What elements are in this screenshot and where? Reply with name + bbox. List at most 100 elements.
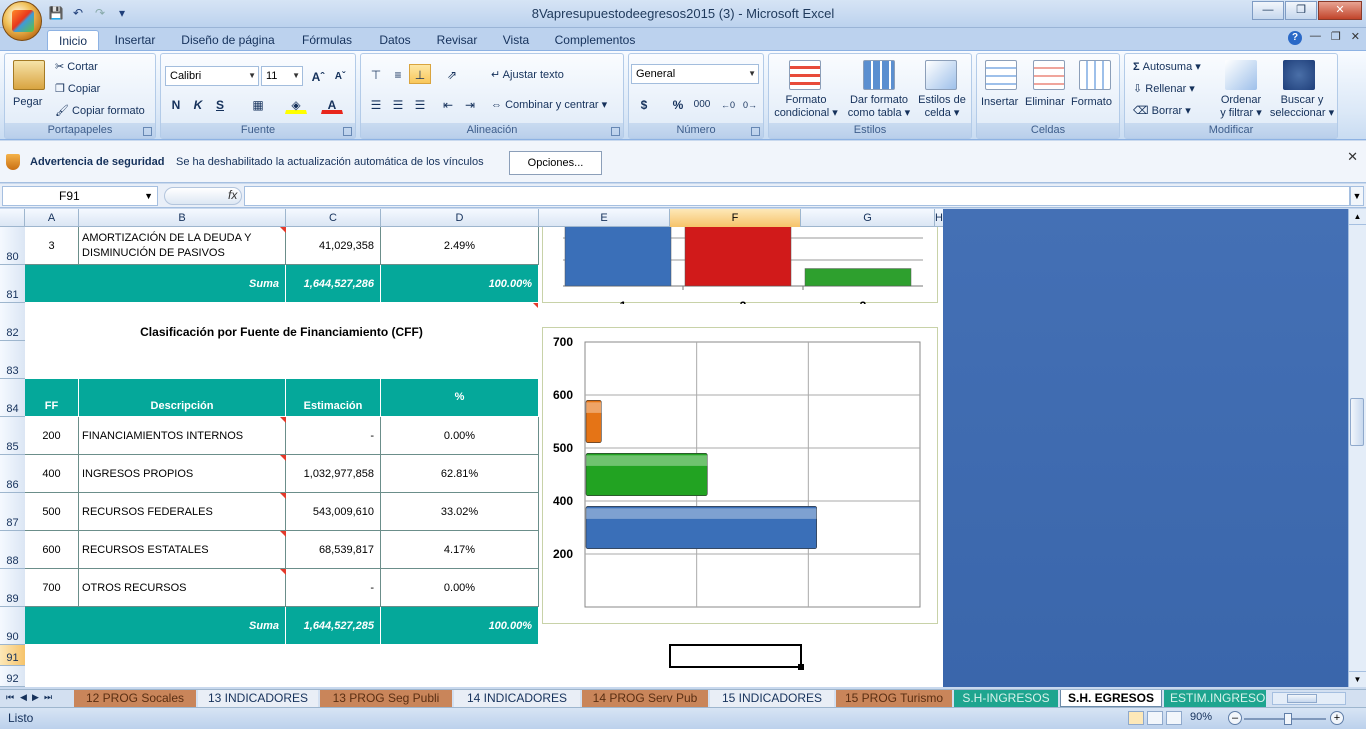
currency-button[interactable]: $ bbox=[633, 94, 655, 114]
insert-cells-button[interactable]: Insertar bbox=[981, 96, 1018, 108]
header-ff[interactable]: FF bbox=[25, 379, 79, 417]
total-label-90[interactable]: Suma bbox=[25, 607, 286, 645]
total-label-81[interactable]: Suma bbox=[25, 265, 286, 303]
cell-est[interactable]: 1,032,977,858 bbox=[286, 455, 381, 493]
normal-view-icon[interactable] bbox=[1128, 711, 1144, 725]
cell-ff[interactable]: 600 bbox=[25, 531, 79, 569]
format-table-icon[interactable] bbox=[863, 60, 895, 90]
column-header[interactable]: H bbox=[935, 209, 943, 227]
paste-icon[interactable] bbox=[13, 60, 45, 90]
row-header[interactable]: 86 bbox=[0, 455, 25, 493]
column-header[interactable]: A bbox=[25, 209, 79, 227]
conditional-format-icon[interactable] bbox=[789, 60, 821, 90]
cell-ff[interactable]: 700 bbox=[25, 569, 79, 607]
cell-pct[interactable]: 0.00% bbox=[381, 417, 539, 455]
wrap-text-button[interactable]: ↵ Ajustar texto bbox=[491, 68, 564, 81]
cell-c80[interactable]: 41,029,358 bbox=[286, 227, 381, 265]
close-button[interactable]: ✕ bbox=[1318, 1, 1362, 20]
chart-cff[interactable]: 200 400 500 600 700 bbox=[542, 327, 938, 624]
fill-color-icon[interactable]: ◈ bbox=[285, 94, 307, 114]
align-bottom-icon[interactable]: ⊥ bbox=[409, 64, 431, 84]
options-button[interactable]: Opciones... bbox=[509, 151, 602, 175]
align-center-icon[interactable]: ☰ bbox=[387, 94, 409, 114]
sheet-tab[interactable]: 15 PROG Turismo bbox=[836, 690, 952, 707]
close-icon[interactable]: ✕ bbox=[1347, 149, 1358, 165]
row-header[interactable]: 92 bbox=[0, 666, 25, 687]
zoom-out-icon[interactable]: – bbox=[1228, 711, 1242, 725]
row-header[interactable]: 84 bbox=[0, 379, 25, 417]
find-select-button[interactable]: Buscar y seleccionar ▾ bbox=[1267, 94, 1337, 120]
increase-indent-icon[interactable]: ⇥ bbox=[459, 94, 481, 114]
row-header[interactable]: 85 bbox=[0, 417, 25, 455]
column-header[interactable]: C bbox=[286, 209, 381, 227]
align-right-icon[interactable]: ☰ bbox=[409, 94, 431, 114]
bold-button[interactable]: N bbox=[165, 94, 187, 114]
page-layout-view-icon[interactable] bbox=[1147, 711, 1163, 725]
percent-button[interactable]: % bbox=[667, 94, 689, 114]
sheet-tab[interactable]: 14 PROG Serv Pub bbox=[582, 690, 708, 707]
scroll-up-icon[interactable]: ▲ bbox=[1349, 209, 1366, 225]
sheet-tab[interactable]: 13 PROG Seg Publi bbox=[320, 690, 452, 707]
help-icon[interactable]: ? bbox=[1288, 31, 1302, 45]
tab-inicio[interactable]: Inicio bbox=[47, 30, 99, 50]
grow-font-icon[interactable]: Aˆ bbox=[307, 66, 329, 86]
column-header-selected[interactable]: F bbox=[670, 209, 801, 227]
header-estimacion[interactable]: Estimación bbox=[286, 379, 381, 417]
cell-pct[interactable]: 33.02% bbox=[381, 493, 539, 531]
number-format-combo[interactable]: General ▼ bbox=[631, 64, 759, 84]
vertical-scroll-thumb[interactable] bbox=[1350, 398, 1364, 446]
dialog-launcher-icon[interactable] bbox=[343, 127, 352, 136]
insert-cells-icon[interactable] bbox=[985, 60, 1017, 90]
row-header[interactable]: 80 bbox=[0, 227, 25, 265]
page-break-view-icon[interactable] bbox=[1166, 711, 1182, 725]
sheet-tab[interactable]: S.H-INGRESOS bbox=[954, 690, 1058, 707]
column-header[interactable]: B bbox=[79, 209, 286, 227]
font-color-icon[interactable]: A bbox=[321, 94, 343, 114]
align-top-icon[interactable]: ⊤ bbox=[365, 64, 387, 84]
cell-pct[interactable]: 4.17% bbox=[381, 531, 539, 569]
sheet-tab[interactable]: ESTIM.INGRESO bbox=[1164, 690, 1266, 707]
sheet-tab[interactable]: 15 INDICADORES bbox=[710, 690, 834, 707]
total-est-90[interactable]: 1,644,527,285 bbox=[286, 607, 381, 645]
sort-filter-button[interactable]: Ordenar y filtrar ▾ bbox=[1217, 94, 1265, 120]
wb-minimize-icon[interactable]: — bbox=[1310, 30, 1321, 43]
sheet-tab[interactable]: 14 INDICADORES bbox=[454, 690, 580, 707]
header-descripcion[interactable]: Descripción bbox=[79, 379, 286, 417]
chart-top[interactable]: 1 2 3 bbox=[542, 227, 938, 313]
dialog-launcher-icon[interactable] bbox=[143, 127, 152, 136]
underline-button[interactable]: S bbox=[209, 94, 231, 114]
align-left-icon[interactable]: ☰ bbox=[365, 94, 387, 114]
font-name-combo[interactable]: Calibri ▼ bbox=[165, 66, 259, 86]
zoom-slider-thumb[interactable] bbox=[1284, 713, 1292, 725]
first-sheet-icon[interactable]: ⏮ bbox=[6, 692, 14, 703]
cell-est[interactable]: 68,539,817 bbox=[286, 531, 381, 569]
tab-datos[interactable]: Datos bbox=[373, 30, 417, 50]
row-header[interactable]: 90 bbox=[0, 607, 25, 645]
column-header[interactable]: E bbox=[539, 209, 670, 227]
wb-close-icon[interactable]: ✕ bbox=[1351, 30, 1360, 43]
copy-button[interactable]: ❐ Copiar bbox=[55, 82, 100, 95]
zoom-level[interactable]: 90% bbox=[1190, 711, 1212, 723]
cell-desc[interactable]: OTROS RECURSOS bbox=[79, 569, 286, 607]
cell-d80[interactable]: 2.49% bbox=[381, 227, 539, 265]
cell-est[interactable]: - bbox=[286, 417, 381, 455]
format-cells-button[interactable]: Formato bbox=[1071, 96, 1112, 108]
tab-diseno[interactable]: Diseño de página bbox=[176, 30, 280, 50]
increase-decimal-icon[interactable]: ←0 bbox=[717, 94, 739, 114]
cell-a80[interactable]: 3 bbox=[25, 227, 79, 265]
cell-desc[interactable]: RECURSOS FEDERALES bbox=[79, 493, 286, 531]
worksheet-grid[interactable]: 3 AMORTIZACIÓN DE LA DEUDA Y DISMINUCIÓN… bbox=[25, 227, 943, 687]
horizontal-scroll-thumb[interactable] bbox=[1287, 694, 1317, 703]
select-all-corner[interactable] bbox=[0, 209, 25, 227]
prev-sheet-icon[interactable]: ◀ bbox=[20, 692, 27, 703]
tab-formulas[interactable]: Fórmulas bbox=[296, 30, 358, 50]
selected-cell-f91[interactable] bbox=[669, 644, 802, 668]
header-pct[interactable]: % bbox=[381, 379, 539, 417]
clear-button[interactable]: ⌫ Borrar ▾ bbox=[1133, 104, 1191, 117]
decrease-indent-icon[interactable]: ⇤ bbox=[437, 94, 459, 114]
cut-button[interactable]: ✂ Cortar bbox=[55, 60, 98, 73]
autosum-button[interactable]: Σ Autosuma ▾ bbox=[1133, 60, 1201, 73]
restore-button[interactable]: ❐ bbox=[1285, 1, 1317, 20]
fill-button[interactable]: ⇩ Rellenar ▾ bbox=[1133, 82, 1195, 95]
format-table-button[interactable]: Dar formato como tabla ▾ bbox=[845, 94, 913, 120]
